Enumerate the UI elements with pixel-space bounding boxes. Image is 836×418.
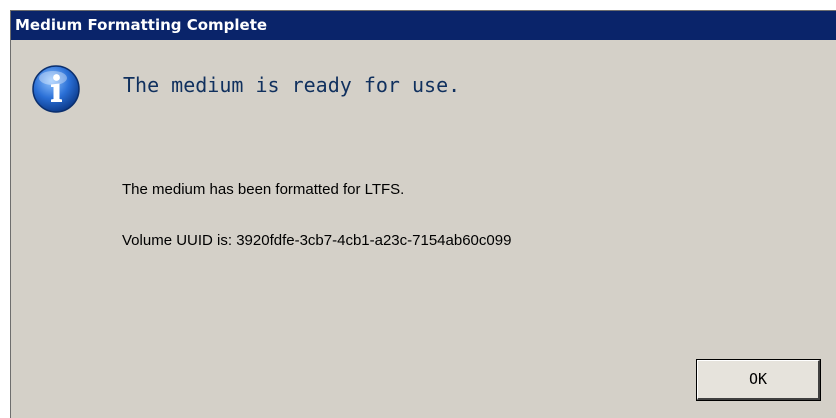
ok-button[interactable]: OK bbox=[696, 359, 821, 401]
message-volume-uuid: Volume UUID is: 3920fdfe-3cb7-4cb1-a23c-… bbox=[122, 232, 512, 249]
window-title: Medium Formatting Complete bbox=[11, 11, 836, 40]
dialog-window: Medium Formatting Complete The medium is… bbox=[10, 10, 836, 418]
information-icon bbox=[31, 64, 81, 114]
message-formatted: The medium has been formatted for LTFS. bbox=[122, 181, 405, 198]
dialog-heading: The medium is ready for use. bbox=[123, 73, 461, 97]
